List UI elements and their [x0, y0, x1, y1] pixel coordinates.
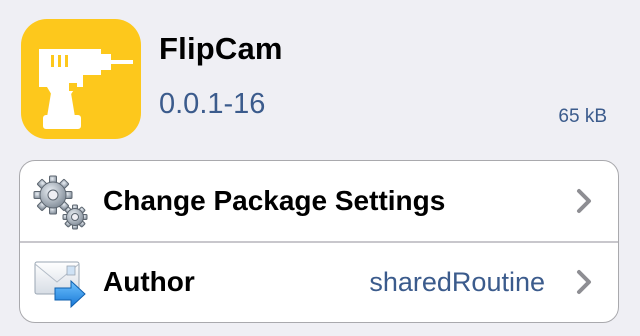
- drill-icon: [21, 19, 141, 139]
- chevron-right-icon: [575, 188, 593, 214]
- package-options-group: Change Package Settings Author sharedRou…: [19, 160, 619, 323]
- change-package-settings-row[interactable]: Change Package Settings: [20, 161, 618, 243]
- chevron-right-icon: [575, 269, 593, 295]
- package-size: 65 kB: [558, 106, 607, 127]
- gears-icon: [31, 173, 89, 231]
- change-package-settings-label: Change Package Settings: [103, 185, 446, 216]
- mail-forward-icon: [31, 254, 89, 312]
- package-name: FlipCam: [159, 31, 283, 66]
- package-version: 0.0.1-16: [159, 88, 266, 120]
- author-row[interactable]: Author sharedRoutine: [20, 242, 618, 322]
- package-header: FlipCam 0.0.1-16 65 kB: [0, 0, 640, 160]
- author-value: sharedRoutine: [369, 267, 545, 297]
- author-label: Author: [103, 266, 195, 297]
